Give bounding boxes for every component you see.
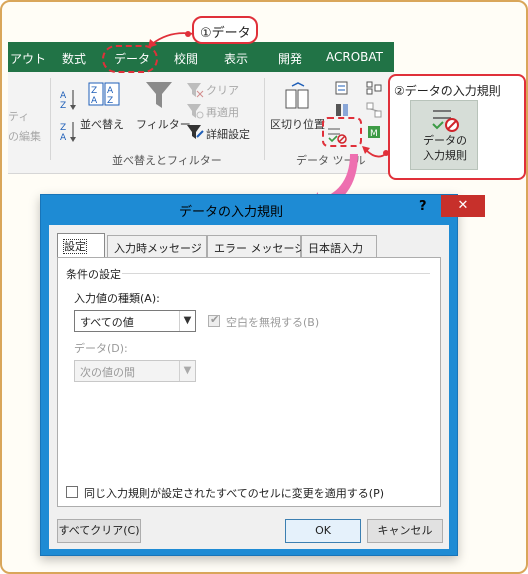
data-select[interactable]: 次の値の間 ▼ xyxy=(74,360,196,382)
data-validation-highlight xyxy=(322,117,362,147)
dv-label-line2: 入力規則 xyxy=(423,149,467,162)
svg-text:A: A xyxy=(60,133,67,143)
callout1-arrow xyxy=(148,31,195,48)
svg-text:M: M xyxy=(370,129,378,139)
group-divider xyxy=(50,78,51,160)
flash-fill-icon[interactable] xyxy=(334,80,350,96)
clear-button-label[interactable]: クリア xyxy=(206,82,239,98)
relationships-icon[interactable] xyxy=(366,102,382,118)
criteria-group-label: 条件の設定 xyxy=(66,268,121,281)
tab-error-message[interactable]: エラー メッセージ xyxy=(207,235,305,257)
svg-text:Z: Z xyxy=(107,96,113,106)
tab-ime[interactable]: 日本語入力 xyxy=(301,235,377,257)
consolidate-icon[interactable] xyxy=(366,80,382,96)
criteria-divider xyxy=(122,273,430,274)
reapply-button-label[interactable]: 再適用 xyxy=(206,104,239,120)
clear-all-button[interactable]: すべてクリア(C) xyxy=(57,519,141,543)
filter-button-label[interactable]: フィルター xyxy=(136,116,191,132)
svg-text:Z: Z xyxy=(91,86,97,96)
advanced-filter-icon xyxy=(187,125,204,139)
data-validation-button[interactable]: データの 入力規則 xyxy=(410,100,478,170)
sort-dialog-icon[interactable]: ZA AZ xyxy=(88,82,122,108)
advanced-button-label[interactable]: 詳細設定 xyxy=(206,126,250,142)
allow-select-value: すべての値 xyxy=(80,316,134,329)
reapply-icon xyxy=(187,104,204,119)
allow-select[interactable]: すべての値 ▼ xyxy=(74,310,196,332)
ok-button[interactable]: OK xyxy=(285,519,361,543)
ribbon-tab-bar: アウト 数式 データ 校閲 表示 開発 ACROBAT xyxy=(8,42,394,72)
apply-all-label: 同じ入力規則が設定されたすべてのセルに変更を適用する(P) xyxy=(84,487,385,500)
data-validation-label: データの 入力規則 xyxy=(413,133,477,163)
check-icon: ✔ xyxy=(210,313,220,326)
filter-funnel-icon[interactable] xyxy=(144,80,174,110)
callout2-arrow xyxy=(362,146,389,158)
tab-layout[interactable]: アウト xyxy=(10,50,46,67)
ribbon-fragment: ティ xyxy=(8,110,30,123)
data-label: データ(D): xyxy=(74,342,128,355)
chevron-down-icon: ▼ xyxy=(179,311,195,331)
help-button[interactable]: ? xyxy=(419,199,427,214)
dv-label-line1: データの xyxy=(423,134,467,147)
group-divider xyxy=(264,78,265,160)
data-validation-dialog: データの入力規則 ? ✕ 設定 入力時メッセージ エラー メッセージ 日本語入力… xyxy=(40,194,485,556)
cancel-button[interactable]: キャンセル xyxy=(367,519,443,543)
screenshot-frame: アウト 数式 データ 校閲 表示 開発 ACROBAT ティ の編集 AZ ZA… xyxy=(0,0,528,574)
data-model-icon[interactable]: M xyxy=(366,124,382,140)
callout-step2: ②データの入力規則 データの 入力規則 xyxy=(388,74,526,180)
sort-az-icons[interactable]: AZ ZA xyxy=(58,84,80,144)
ignore-blank-label: 空白を無視する(B) xyxy=(226,316,320,329)
chevron-down-icon: ▼ xyxy=(179,361,195,381)
text-to-columns-icon[interactable] xyxy=(284,82,312,112)
remove-duplicates-icon[interactable] xyxy=(334,102,350,118)
close-button[interactable]: ✕ xyxy=(441,195,485,217)
tab-input-message[interactable]: 入力時メッセージ xyxy=(107,235,207,257)
sort-button-label[interactable]: 並べ替え xyxy=(80,116,124,132)
tab-formulas[interactable]: 数式 xyxy=(62,50,86,67)
clear-filter-icon xyxy=(187,83,204,98)
svg-text:A: A xyxy=(60,91,67,101)
svg-text:A: A xyxy=(91,96,98,106)
text-to-columns-label[interactable]: 区切り位置 xyxy=(270,116,325,132)
settings-panel: 条件の設定 入力値の種類(A): すべての値 ▼ ✔ 空白を無視する(B) デー… xyxy=(57,257,441,507)
svg-text:Z: Z xyxy=(60,123,66,133)
svg-text:A: A xyxy=(107,86,114,96)
dialog-title: データの入力規則 xyxy=(178,205,283,220)
allow-label: 入力値の種類(A): xyxy=(74,292,160,305)
tab-settings-label: 設定 xyxy=(63,239,87,254)
dialog-body: 設定 入力時メッセージ エラー メッセージ 日本語入力 条件の設定 入力値の種類… xyxy=(49,225,449,549)
tab-review[interactable]: 校閲 xyxy=(174,50,198,67)
ignore-blank-checkbox[interactable]: ✔ xyxy=(208,313,220,327)
data-select-value: 次の値の間 xyxy=(80,366,135,379)
tab-developer[interactable]: 開発 xyxy=(278,50,302,67)
ribbon-fragment: の編集 xyxy=(8,130,41,143)
tab-settings[interactable]: 設定 xyxy=(57,233,105,257)
sort-filter-group-label: 並べ替えとフィルター xyxy=(112,154,222,167)
data-validation-icon xyxy=(432,110,459,132)
tab-acrobat[interactable]: ACROBAT xyxy=(326,50,383,64)
apply-all-checkbox[interactable] xyxy=(66,486,78,498)
svg-text:Z: Z xyxy=(60,101,66,111)
tab-view[interactable]: 表示 xyxy=(224,50,248,67)
callout-step1: ①データ xyxy=(192,16,258,44)
callout-step2-title: ②データの入力規則 xyxy=(394,84,501,98)
